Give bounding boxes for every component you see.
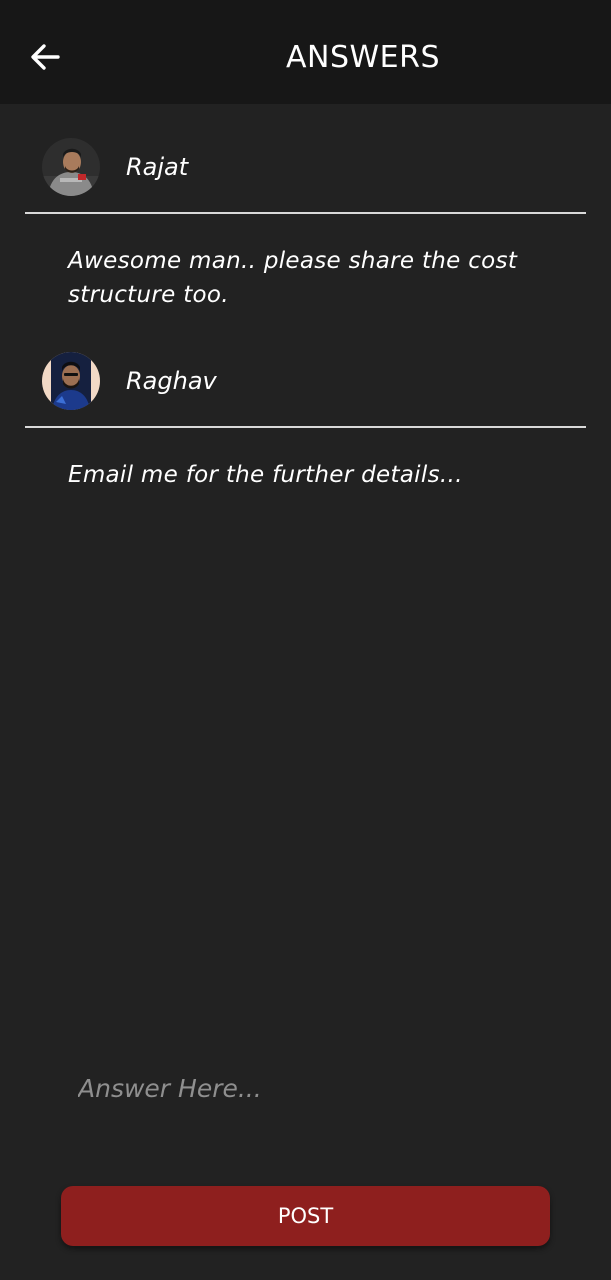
page-title: ANSWERS (285, 40, 440, 75)
answer-input[interactable] (60, 1060, 550, 1116)
answers-list: Rajat Awesome man.. please share the cos… (0, 104, 611, 492)
author-name: Raghav (126, 367, 217, 395)
answer-item: Rajat Awesome man.. please share the cos… (0, 104, 611, 318)
post-button[interactable]: POST (61, 1186, 550, 1246)
answer-header: Rajat (0, 104, 611, 214)
avatar[interactable] (42, 352, 100, 410)
answer-text: Awesome man.. please share the cost stru… (68, 248, 518, 308)
author-name: Rajat (126, 153, 189, 181)
answer-text: Email me for the further details... (68, 462, 463, 488)
app-bar: ANSWERS (0, 0, 611, 104)
avatar[interactable] (42, 138, 100, 196)
answer-item: Raghav Email me for the further details.… (0, 318, 611, 492)
answer-header: Raghav (0, 318, 611, 428)
divider (25, 426, 586, 428)
divider (25, 212, 586, 214)
